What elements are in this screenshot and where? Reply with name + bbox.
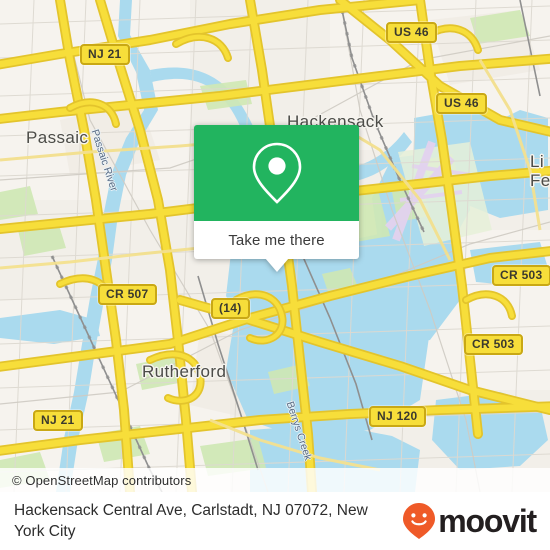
- moovit-map-screenshot: Passaic Hackensack Rutherford Li Fe Pass…: [0, 0, 550, 550]
- map-pin-icon: [252, 142, 301, 204]
- moovit-logo[interactable]: moovit: [402, 502, 537, 540]
- route-shield-nj-21-north[interactable]: NJ 21: [80, 44, 130, 65]
- route-shield-nj-120[interactable]: NJ 120: [369, 406, 426, 427]
- route-shield-us-46-lower[interactable]: US 46: [436, 93, 487, 114]
- route-shield-14[interactable]: (14): [211, 298, 250, 319]
- popup-header: [194, 125, 359, 221]
- route-shield-nj-21-south[interactable]: NJ 21: [33, 410, 83, 431]
- take-me-there-button[interactable]: Take me there: [194, 221, 359, 259]
- moovit-pin-smiley-icon: [403, 503, 436, 539]
- attribution-text[interactable]: © OpenStreetMap contributors: [0, 473, 191, 488]
- map-attribution-bar: © OpenStreetMap contributors: [0, 468, 550, 492]
- route-shield-cr-503-upper[interactable]: CR 503: [492, 265, 550, 286]
- route-shield-us-46-upper[interactable]: US 46: [386, 22, 437, 43]
- address-caption: Hackensack Central Ave, Carlstadt, NJ 07…: [14, 502, 368, 540]
- popup-pointer-tail: [265, 258, 289, 272]
- location-popup-card[interactable]: Take me there: [194, 125, 359, 272]
- route-shield-cr-503-lower[interactable]: CR 503: [464, 334, 523, 355]
- moovit-wordmark: moovit: [438, 503, 537, 539]
- take-me-there-label: Take me there: [228, 231, 325, 249]
- footer-bar: Hackensack Central Ave, Carlstadt, NJ 07…: [0, 492, 550, 550]
- route-shield-cr-507[interactable]: CR 507: [98, 284, 157, 305]
